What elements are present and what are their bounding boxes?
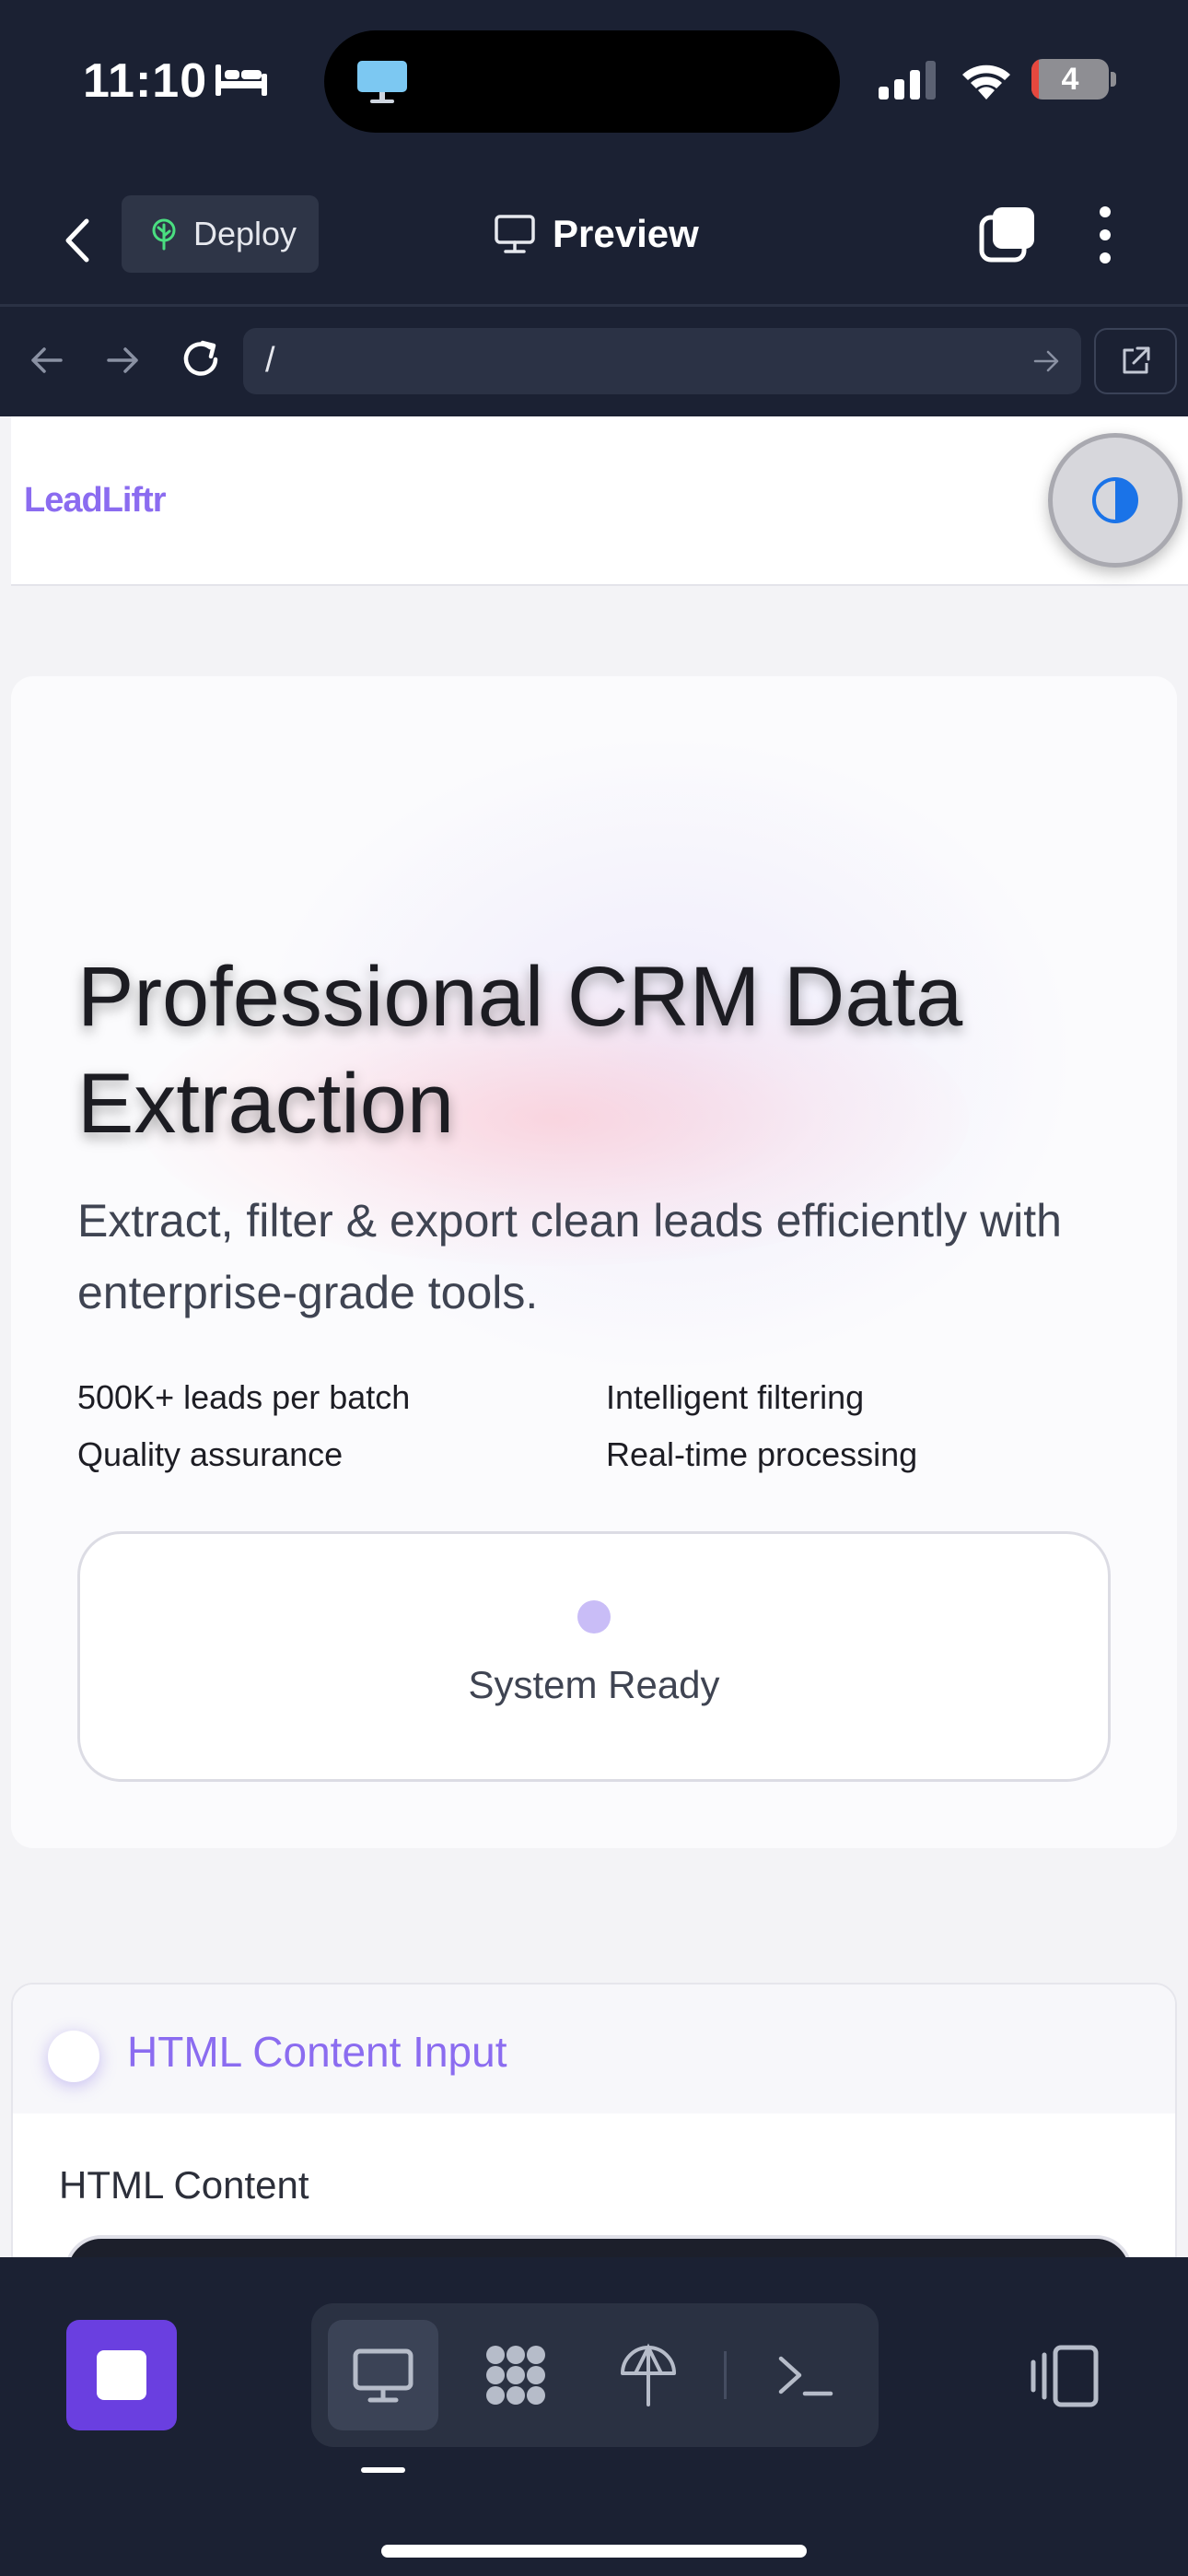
feature-item: Intelligent filtering bbox=[606, 1378, 865, 1416]
header-dot-icon bbox=[48, 2031, 99, 2082]
open-external-button[interactable] bbox=[1094, 328, 1177, 394]
forward-arrow-icon[interactable] bbox=[101, 339, 144, 381]
cellular-signal-icon bbox=[879, 61, 936, 100]
app-toolbar: Deploy Preview bbox=[0, 184, 1188, 304]
toolbar-divider bbox=[0, 304, 1188, 307]
dock-tab-deploy[interactable] bbox=[593, 2320, 704, 2430]
deploy-icon bbox=[621, 2343, 676, 2406]
dock-separator bbox=[724, 2351, 727, 2399]
input-card-title: HTML Content Input bbox=[127, 2028, 507, 2076]
monitor-app-icon bbox=[357, 61, 407, 103]
bed-icon bbox=[215, 64, 267, 96]
preview-label: Preview bbox=[553, 212, 699, 255]
system-status-panel: System Ready bbox=[77, 1531, 1111, 1782]
theme-toggle-button[interactable] bbox=[1048, 433, 1182, 568]
deploy-tree-icon bbox=[152, 218, 176, 251]
stop-icon bbox=[97, 2350, 146, 2400]
deploy-button[interactable]: Deploy bbox=[122, 195, 319, 273]
contrast-icon bbox=[1092, 477, 1138, 523]
html-content-label: HTML Content bbox=[59, 2163, 309, 2207]
web-preview-viewport[interactable]: LeadLiftr Professional CRM Data Extracti… bbox=[0, 416, 1188, 2257]
site-header: LeadLiftr bbox=[11, 416, 1188, 586]
hero-card: Professional CRM Data Extraction Extract… bbox=[11, 676, 1177, 1848]
status-indicator-dot bbox=[577, 1600, 611, 1633]
panels-toggle-icon[interactable] bbox=[1030, 2344, 1100, 2408]
site-logo[interactable]: LeadLiftr bbox=[24, 481, 167, 521]
feature-item: Real-time processing bbox=[606, 1435, 918, 1473]
stop-button[interactable] bbox=[66, 2320, 177, 2430]
deploy-label: Deploy bbox=[193, 215, 297, 252]
active-tab-indicator bbox=[361, 2467, 405, 2473]
feature-item: 500K+ leads per batch bbox=[77, 1378, 411, 1416]
back-arrow-icon[interactable] bbox=[26, 339, 68, 381]
workflow-pattern-icon bbox=[486, 2346, 545, 2405]
wifi-icon bbox=[962, 64, 1010, 100]
dock-tab-preview[interactable] bbox=[328, 2320, 438, 2430]
terminal-icon bbox=[778, 2356, 833, 2396]
feature-item: Quality assurance bbox=[77, 1435, 344, 1473]
status-text: System Ready bbox=[468, 1663, 720, 1706]
bottom-dock bbox=[0, 2259, 1188, 2576]
url-input[interactable]: / bbox=[243, 328, 1081, 394]
preview-monitor-icon bbox=[353, 2348, 413, 2403]
preview-title: Preview bbox=[494, 206, 699, 262]
browser-bar: / bbox=[0, 313, 1188, 415]
open-external-icon bbox=[1123, 346, 1150, 374]
input-card-header: HTML Content Input bbox=[13, 1985, 1175, 2113]
back-chevron-icon[interactable] bbox=[46, 208, 111, 273]
battery-icon: 4 bbox=[1031, 59, 1116, 100]
dock-tab-terminal[interactable] bbox=[750, 2320, 860, 2430]
url-text: / bbox=[265, 341, 275, 380]
home-indicator bbox=[381, 2545, 807, 2558]
dock-tab-workflow[interactable] bbox=[460, 2320, 571, 2430]
html-content-textarea[interactable] bbox=[64, 2235, 1133, 2257]
monitor-icon bbox=[495, 215, 535, 253]
hero-subtitle: Extract, filter & export clean leads eff… bbox=[77, 1195, 1062, 1318]
more-vertical-icon[interactable] bbox=[1092, 203, 1118, 267]
tabs-icon[interactable] bbox=[978, 205, 1037, 263]
battery-level: 4 bbox=[1061, 62, 1079, 97]
go-arrow-icon[interactable] bbox=[1031, 346, 1061, 376]
html-input-card: HTML Content Input HTML Content bbox=[11, 1983, 1177, 2257]
dock-tab-group bbox=[311, 2303, 879, 2447]
hero-title: Professional CRM Data Extraction bbox=[77, 950, 963, 1151]
ios-status-bar: 11:10 4 bbox=[0, 0, 1188, 161]
reload-icon[interactable] bbox=[177, 335, 225, 383]
status-time: 11:10 bbox=[83, 54, 208, 108]
